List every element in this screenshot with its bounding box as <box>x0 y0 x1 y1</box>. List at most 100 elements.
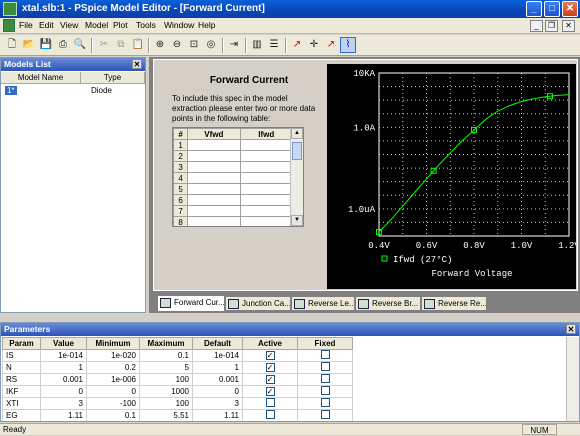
param-name-cell[interactable]: RS <box>2 373 41 386</box>
ifwd-cell[interactable] <box>239 161 294 173</box>
mdi-close-button[interactable]: ✕ <box>562 20 575 32</box>
extract-icon[interactable]: ↗ <box>289 37 305 53</box>
parameter-row[interactable]: IS 1e-014 1e-020 0.1 1e-014 ✓ <box>2 349 353 362</box>
menu-plot[interactable]: Plot <box>113 20 128 30</box>
scroll-up-icon[interactable]: ▲ <box>291 128 303 139</box>
param-min-cell[interactable]: 0.2 <box>86 361 140 374</box>
col-maximum[interactable]: Maximum <box>139 337 193 350</box>
scroll-thumb[interactable] <box>292 142 302 160</box>
print-preview-icon[interactable]: 🔍 <box>72 37 88 53</box>
menu-view[interactable]: View <box>60 20 78 30</box>
ifwd-cell[interactable] <box>239 205 294 217</box>
param-value-cell[interactable]: 1.11 <box>40 409 87 421</box>
parameter-row[interactable]: N 1 0.2 5 1 ✓ <box>2 361 353 374</box>
model-row[interactable]: 1* Diode <box>3 86 143 97</box>
print-icon[interactable]: ⎙ <box>55 37 71 53</box>
ifwd-cell[interactable] <box>239 216 294 226</box>
param-default-cell[interactable]: 3 <box>192 397 243 410</box>
data-point-row[interactable]: 8 <box>173 216 294 226</box>
data-point-row[interactable]: 1 <box>173 139 294 151</box>
cursor-icon[interactable]: ✛ <box>306 37 322 53</box>
fixed-checkbox[interactable] <box>320 374 330 383</box>
copy-icon[interactable]: ⧉ <box>113 37 129 53</box>
document-icon[interactable] <box>3 19 15 32</box>
axis-settings-icon[interactable]: ⇥ <box>226 37 242 53</box>
param-max-cell[interactable]: 100 <box>139 373 193 386</box>
parameter-row[interactable]: XTI 3 -100 100 3 <box>2 397 353 410</box>
active-checkbox[interactable]: ✓ <box>265 387 275 396</box>
col-value[interactable]: Value <box>40 337 87 350</box>
data-points-scrollbar[interactable]: ▲ ▼ <box>290 128 303 226</box>
param-min-cell[interactable]: 1e-006 <box>86 373 140 386</box>
zoom-in-icon[interactable]: ⊕ <box>152 37 168 53</box>
param-min-cell[interactable]: 1e-020 <box>86 349 140 362</box>
close-button[interactable]: ✕ <box>562 1 578 17</box>
param-default-cell[interactable]: 1e-014 <box>192 349 243 362</box>
col-minimum[interactable]: Minimum <box>86 337 140 350</box>
col-active[interactable]: Active <box>242 337 298 350</box>
param-value-cell[interactable]: 3 <box>40 397 87 410</box>
vfwd-cell[interactable] <box>187 139 241 151</box>
parameters-scrollbar[interactable] <box>566 337 579 421</box>
model-name-cell[interactable]: 1* <box>5 86 17 95</box>
menu-file[interactable]: File <box>19 20 33 30</box>
col-vfwd[interactable]: Vfwd <box>187 128 241 140</box>
col-param[interactable]: Param <box>2 337 41 350</box>
param-default-cell[interactable]: 0 <box>192 385 243 398</box>
menu-tools[interactable]: Tools <box>136 20 156 30</box>
ifwd-cell[interactable] <box>239 194 294 206</box>
tab-reverse-breakdown[interactable]: Reverse Br... <box>355 296 421 311</box>
ifwd-cell[interactable] <box>239 183 294 195</box>
tab-junction-capacitance[interactable]: Junction Ca... <box>225 296 291 311</box>
active-checkbox[interactable]: ✓ <box>265 375 275 384</box>
active-checkbox[interactable] <box>265 410 275 419</box>
parameters-close-icon[interactable]: ✕ <box>566 324 576 334</box>
param-min-cell[interactable]: 0 <box>86 385 140 398</box>
mdi-restore-button[interactable]: ❐ <box>545 20 558 32</box>
param-value-cell[interactable]: 0 <box>40 385 87 398</box>
data-point-row[interactable]: 6 <box>173 194 294 206</box>
split-view-icon[interactable]: ▥ <box>249 37 265 53</box>
vfwd-cell[interactable] <box>187 216 241 226</box>
data-point-row[interactable]: 2 <box>173 150 294 162</box>
save-icon[interactable]: 💾 <box>38 37 54 53</box>
param-name-cell[interactable]: EG <box>2 409 41 421</box>
plot-icon[interactable]: ↗ <box>323 37 339 53</box>
ifwd-cell[interactable] <box>239 139 294 151</box>
column-model-name[interactable]: Model Name <box>1 72 81 84</box>
param-max-cell[interactable]: 5.51 <box>139 409 193 421</box>
parameter-row[interactable]: IKF 0 0 1000 0 ✓ <box>2 385 353 398</box>
data-points-table[interactable]: # Vfwd Ifwd 12345678 <box>172 127 304 227</box>
scroll-down-icon[interactable]: ▼ <box>291 215 303 226</box>
data-point-row[interactable]: 7 <box>173 205 294 217</box>
maximize-button[interactable]: □ <box>544 1 560 17</box>
data-point-row[interactable]: 4 <box>173 172 294 184</box>
param-max-cell[interactable]: 5 <box>139 361 193 374</box>
col-default[interactable]: Default <box>192 337 243 350</box>
models-list-close-icon[interactable]: ✕ <box>132 59 142 69</box>
param-value-cell[interactable]: 1e-014 <box>40 349 87 362</box>
param-max-cell[interactable]: 100 <box>139 397 193 410</box>
active-checkbox[interactable]: ✓ <box>265 351 275 360</box>
active-checkbox[interactable] <box>265 398 275 407</box>
param-default-cell[interactable]: 1 <box>192 361 243 374</box>
vfwd-cell[interactable] <box>187 161 241 173</box>
param-min-cell[interactable]: 0.1 <box>86 409 140 421</box>
tab-reverse-leakage[interactable]: Reverse Le... <box>291 296 355 311</box>
vfwd-cell[interactable] <box>187 150 241 162</box>
minimize-button[interactable]: _ <box>526 1 542 17</box>
fixed-checkbox[interactable] <box>320 410 330 419</box>
mdi-minimize-button[interactable]: _ <box>530 20 543 32</box>
param-name-cell[interactable]: N <box>2 361 41 374</box>
col-fixed[interactable]: Fixed <box>297 337 353 350</box>
menu-edit[interactable]: Edit <box>39 20 54 30</box>
active-checkbox[interactable]: ✓ <box>265 363 275 372</box>
fixed-checkbox[interactable] <box>320 386 330 395</box>
param-name-cell[interactable]: IS <box>2 349 41 362</box>
data-point-row[interactable]: 3 <box>173 161 294 173</box>
vfwd-cell[interactable] <box>187 172 241 184</box>
menu-window[interactable]: Window <box>164 20 194 30</box>
param-min-cell[interactable]: -100 <box>86 397 140 410</box>
paste-icon[interactable]: 📋 <box>130 37 146 53</box>
zoom-out-icon[interactable]: ⊖ <box>169 37 185 53</box>
